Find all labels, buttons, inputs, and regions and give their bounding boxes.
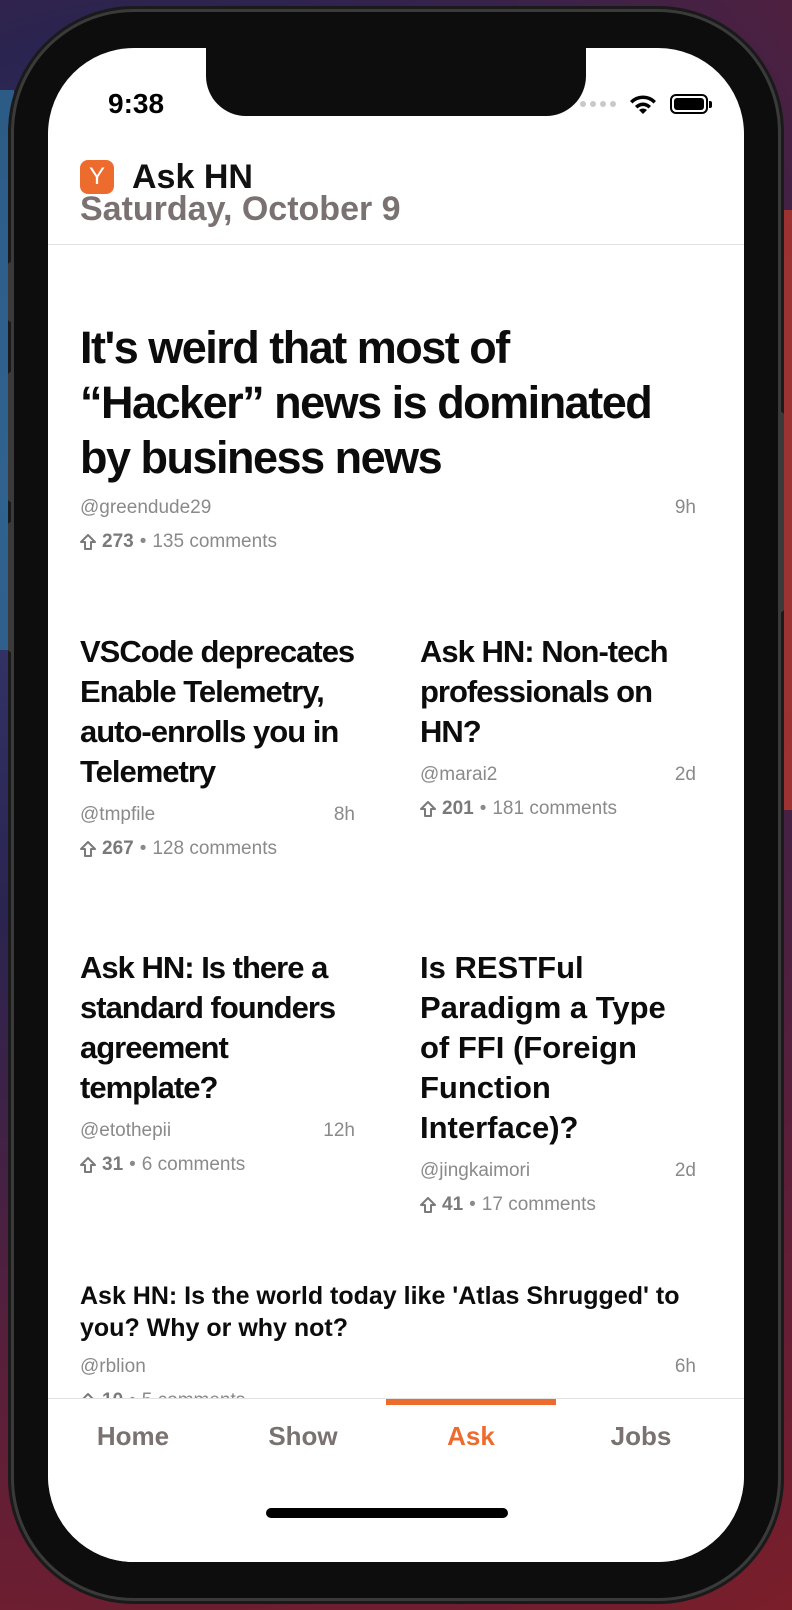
separator: •	[469, 1194, 476, 1215]
story-time: 9h	[674, 497, 696, 518]
hn-logo: Y	[80, 160, 114, 194]
power-button	[778, 412, 784, 612]
phone-frame: 9:38 Y Ask HN Saturday, October 9 It's w…	[8, 12, 784, 1598]
mute-switch	[8, 262, 14, 322]
status-icons	[580, 92, 712, 116]
story-card[interactable]: Ask HN: Is the world today like 'Atlas S…	[80, 1280, 696, 1398]
tab-ask[interactable]: Ask	[386, 1421, 556, 1452]
story-title[interactable]: Is RESTFul Paradigm a Type of FFI (Forei…	[420, 948, 696, 1148]
story-author[interactable]: @tmpfile	[80, 804, 155, 826]
story-score: 10	[102, 1390, 123, 1398]
story-stats: 10 • 5 comments	[80, 1390, 696, 1398]
story-author[interactable]: @jingkaimori	[420, 1160, 530, 1182]
story-meta: @greendude29 9h	[80, 497, 696, 519]
story-card[interactable]: VSCode deprecates Enable Telemetry, auto…	[80, 632, 355, 860]
story-stats: 41 • 17 comments	[420, 1194, 696, 1216]
comments-link[interactable]: 6 comments	[142, 1154, 245, 1176]
story-time: 8h	[333, 804, 355, 825]
upvote-arrow-icon	[80, 841, 96, 857]
story-score: 41	[442, 1194, 464, 1215]
story-score: 267	[102, 838, 134, 859]
story-author[interactable]: @marai2	[420, 764, 497, 786]
story-time: 6h	[674, 1356, 696, 1377]
story-score: 201	[442, 798, 474, 819]
story-score: 273	[102, 531, 134, 552]
story-card[interactable]: Ask HN: Is there a standard founders agr…	[80, 948, 355, 1176]
story-meta: @marai2 2d	[420, 764, 696, 786]
wifi-icon	[630, 95, 656, 114]
story-feed[interactable]: It's weird that most of “Hacker” news is…	[48, 246, 744, 1398]
story-meta: @tmpfile 8h	[80, 804, 355, 826]
comments-link[interactable]: 181 comments	[492, 798, 617, 820]
comments-link[interactable]: 128 comments	[152, 838, 277, 860]
notch	[206, 48, 586, 116]
separator: •	[129, 1154, 136, 1175]
story-meta: @jingkaimori 2d	[420, 1160, 696, 1182]
story-time: 2d	[674, 764, 696, 785]
story-meta: @rblion 6h	[80, 1356, 696, 1378]
active-tab-indicator	[386, 1399, 556, 1405]
story-author[interactable]: @rblion	[80, 1356, 146, 1378]
story-title[interactable]: It's weird that most of “Hacker” news is…	[80, 320, 696, 485]
tab-jobs[interactable]: Jobs	[556, 1421, 726, 1452]
separator: •	[479, 798, 487, 819]
story-card[interactable]: Ask HN: Non-tech professionals on HN? @m…	[420, 632, 696, 820]
comments-link[interactable]: 135 comments	[152, 531, 277, 553]
tab-bar: Home Show Ask Jobs	[48, 1398, 744, 1562]
story-title[interactable]: Ask HN: Is there a standard founders agr…	[80, 948, 355, 1108]
divider	[48, 244, 744, 245]
featured-story[interactable]: It's weird that most of “Hacker” news is…	[80, 320, 696, 553]
story-stats: 201 • 181 comments	[420, 798, 696, 820]
story-stats: 273 • 135 comments	[80, 531, 696, 553]
comments-link[interactable]: 17 comments	[482, 1194, 596, 1216]
app-screen: 9:38 Y Ask HN Saturday, October 9 It's w…	[48, 48, 744, 1562]
tab-home[interactable]: Home	[48, 1421, 218, 1452]
volume-down-button	[8, 522, 14, 652]
story-score: 31	[102, 1154, 124, 1175]
story-title[interactable]: Ask HN: Non-tech professionals on HN?	[420, 632, 696, 752]
upvote-arrow-icon	[80, 1157, 96, 1173]
status-time: 9:38	[108, 88, 165, 119]
story-author[interactable]: @greendude29	[80, 497, 211, 519]
story-stats: 267 • 128 comments	[80, 838, 355, 860]
date-subtitle: Saturday, October 9	[80, 190, 401, 228]
separator: •	[139, 838, 147, 859]
story-title[interactable]: VSCode deprecates Enable Telemetry, auto…	[80, 632, 355, 792]
story-time: 2d	[674, 1160, 696, 1181]
comments-link[interactable]: 5 comments	[142, 1390, 245, 1398]
home-indicator[interactable]	[266, 1508, 508, 1518]
upvote-arrow-icon	[420, 801, 436, 817]
separator: •	[139, 531, 147, 552]
story-meta: @etothepii 12h	[80, 1120, 355, 1142]
battery-icon	[670, 94, 712, 114]
cellular-signal-icon	[580, 101, 616, 107]
upvote-arrow-icon	[80, 534, 96, 550]
story-author[interactable]: @etothepii	[80, 1120, 171, 1142]
story-stats: 31 • 6 comments	[80, 1154, 355, 1176]
story-title[interactable]: Ask HN: Is the world today like 'Atlas S…	[80, 1280, 696, 1344]
tab-show[interactable]: Show	[218, 1421, 388, 1452]
upvote-arrow-icon	[420, 1197, 436, 1213]
volume-up-button	[8, 372, 14, 502]
separator: •	[129, 1390, 136, 1398]
story-time: 12h	[323, 1120, 355, 1141]
story-card[interactable]: Is RESTFul Paradigm a Type of FFI (Forei…	[420, 948, 696, 1216]
